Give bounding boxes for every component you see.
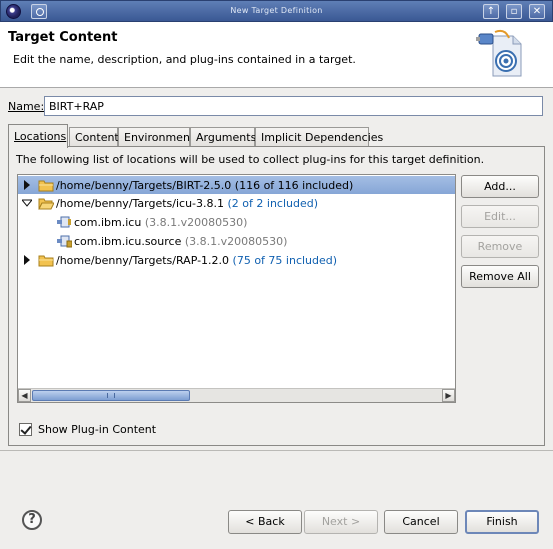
up-arrow-icon[interactable]: ↑ (483, 4, 499, 19)
show-plugin-content-checkbox[interactable] (19, 423, 32, 436)
wizard-body: Name: Locations Content Environment Argu… (0, 88, 553, 549)
location-label: /home/benny/Targets/RAP-1.2.0 (75 of 75 … (56, 254, 337, 267)
name-field[interactable] (44, 96, 543, 116)
cancel-button[interactable]: Cancel (384, 510, 458, 534)
tree-row[interactable]: /home/benny/Targets/BIRT-2.5.0 (116 of 1… (18, 176, 455, 194)
page-description: Edit the name, description, and plug-ins… (13, 53, 356, 66)
name-label: Name: (8, 100, 44, 113)
close-icon[interactable]: ✕ (529, 4, 545, 19)
locations-tree[interactable]: /home/benny/Targets/BIRT-2.5.0 (116 of 1… (17, 174, 456, 403)
horizontal-scrollbar[interactable]: ◀ ▶ (18, 388, 455, 402)
plugin-name: com.ibm.icu.source (74, 235, 182, 248)
wizard-header: Target Content Edit the name, descriptio… (0, 22, 553, 88)
tab-content-label: Content (75, 131, 119, 144)
name-label-text: Name: (8, 100, 45, 113)
location-path: /home/benny/Targets/icu-3.8.1 (56, 197, 225, 210)
tab-locations-label: Locations (14, 130, 67, 143)
tree-row[interactable]: com.ibm.icu (3.8.1.v20080530) (18, 213, 455, 231)
plugin-version: (3.8.1.v20080530) (144, 216, 248, 229)
plugin-label: com.ibm.icu.source (3.8.1.v20080530) (74, 235, 287, 248)
plugin-label: com.ibm.icu (3.8.1.v20080530) (74, 216, 247, 229)
location-label: /home/benny/Targets/icu-3.8.1 (2 of 2 in… (56, 197, 318, 210)
location-count: (75 of 75 included) (232, 254, 338, 267)
tab-environment[interactable]: Environment (118, 127, 194, 147)
location-path: /home/benny/Targets/BIRT-2.5.0 (56, 179, 232, 192)
back-button[interactable]: < Back (228, 510, 302, 534)
tab-content[interactable]: Content (69, 127, 119, 147)
folder-icon (38, 255, 54, 267)
tab-implicit-dependencies[interactable]: Implicit Dependencies (255, 127, 383, 147)
tab-arguments-label: Arguments (196, 131, 257, 144)
plugin-version: (3.8.1.v20080530) (184, 235, 288, 248)
location-label: /home/benny/Targets/BIRT-2.5.0 (116 of 1… (56, 179, 353, 192)
tab-implicit-dependencies-label: Implicit Dependencies (261, 131, 384, 144)
folder-icon (38, 180, 54, 192)
scroll-right-icon[interactable]: ▶ (442, 389, 455, 402)
scrollbar-thumb[interactable] (32, 390, 190, 401)
location-path: /home/benny/Targets/RAP-1.2.0 (56, 254, 230, 267)
tab-locations[interactable]: Locations (8, 124, 68, 148)
window-title: New Target Definition (230, 6, 323, 15)
collapse-arrow-icon[interactable] (22, 198, 32, 208)
target-wizard-icon (476, 29, 522, 77)
folder-open-icon (38, 198, 54, 210)
tree-row[interactable]: /home/benny/Targets/RAP-1.2.0 (75 of 75 … (18, 251, 455, 269)
window-titlebar[interactable]: New Target Definition ↑ ▫ ✕ (0, 0, 553, 22)
page-title: Target Content (8, 30, 118, 45)
help-icon[interactable]: ? (22, 510, 42, 530)
edit-button[interactable]: Edit... (461, 205, 539, 228)
remove-button[interactable]: Remove (461, 235, 539, 258)
location-count: (116 of 116 included) (234, 179, 354, 192)
tree-row[interactable]: com.ibm.icu.source (3.8.1.v20080530) (18, 232, 455, 250)
tab-environment-label: Environment (124, 131, 195, 144)
scroll-left-icon[interactable]: ◀ (18, 389, 31, 402)
add-button[interactable]: Add... (461, 175, 539, 198)
tree-row[interactable]: /home/benny/Targets/icu-3.8.1 (2 of 2 in… (18, 194, 455, 212)
plugin-icon (57, 216, 71, 228)
location-count: (2 of 2 included) (227, 197, 319, 210)
expand-arrow-icon[interactable] (22, 255, 32, 265)
source-plugin-icon (57, 235, 72, 248)
footer-separator (0, 450, 553, 451)
plugin-name: com.ibm.icu (74, 216, 142, 229)
tab-arguments[interactable]: Arguments (190, 127, 257, 147)
finish-button[interactable]: Finish (465, 510, 539, 534)
next-button[interactable]: Next > (304, 510, 378, 534)
locations-description: The following list of locations will be … (16, 153, 485, 166)
show-plugin-content-label: Show Plug-in Content (38, 423, 157, 436)
remove-all-button[interactable]: Remove All (461, 265, 539, 288)
maximize-icon[interactable]: ▫ (506, 4, 522, 19)
expand-arrow-icon[interactable] (22, 180, 32, 190)
locations-panel: The following list of locations will be … (8, 146, 545, 446)
